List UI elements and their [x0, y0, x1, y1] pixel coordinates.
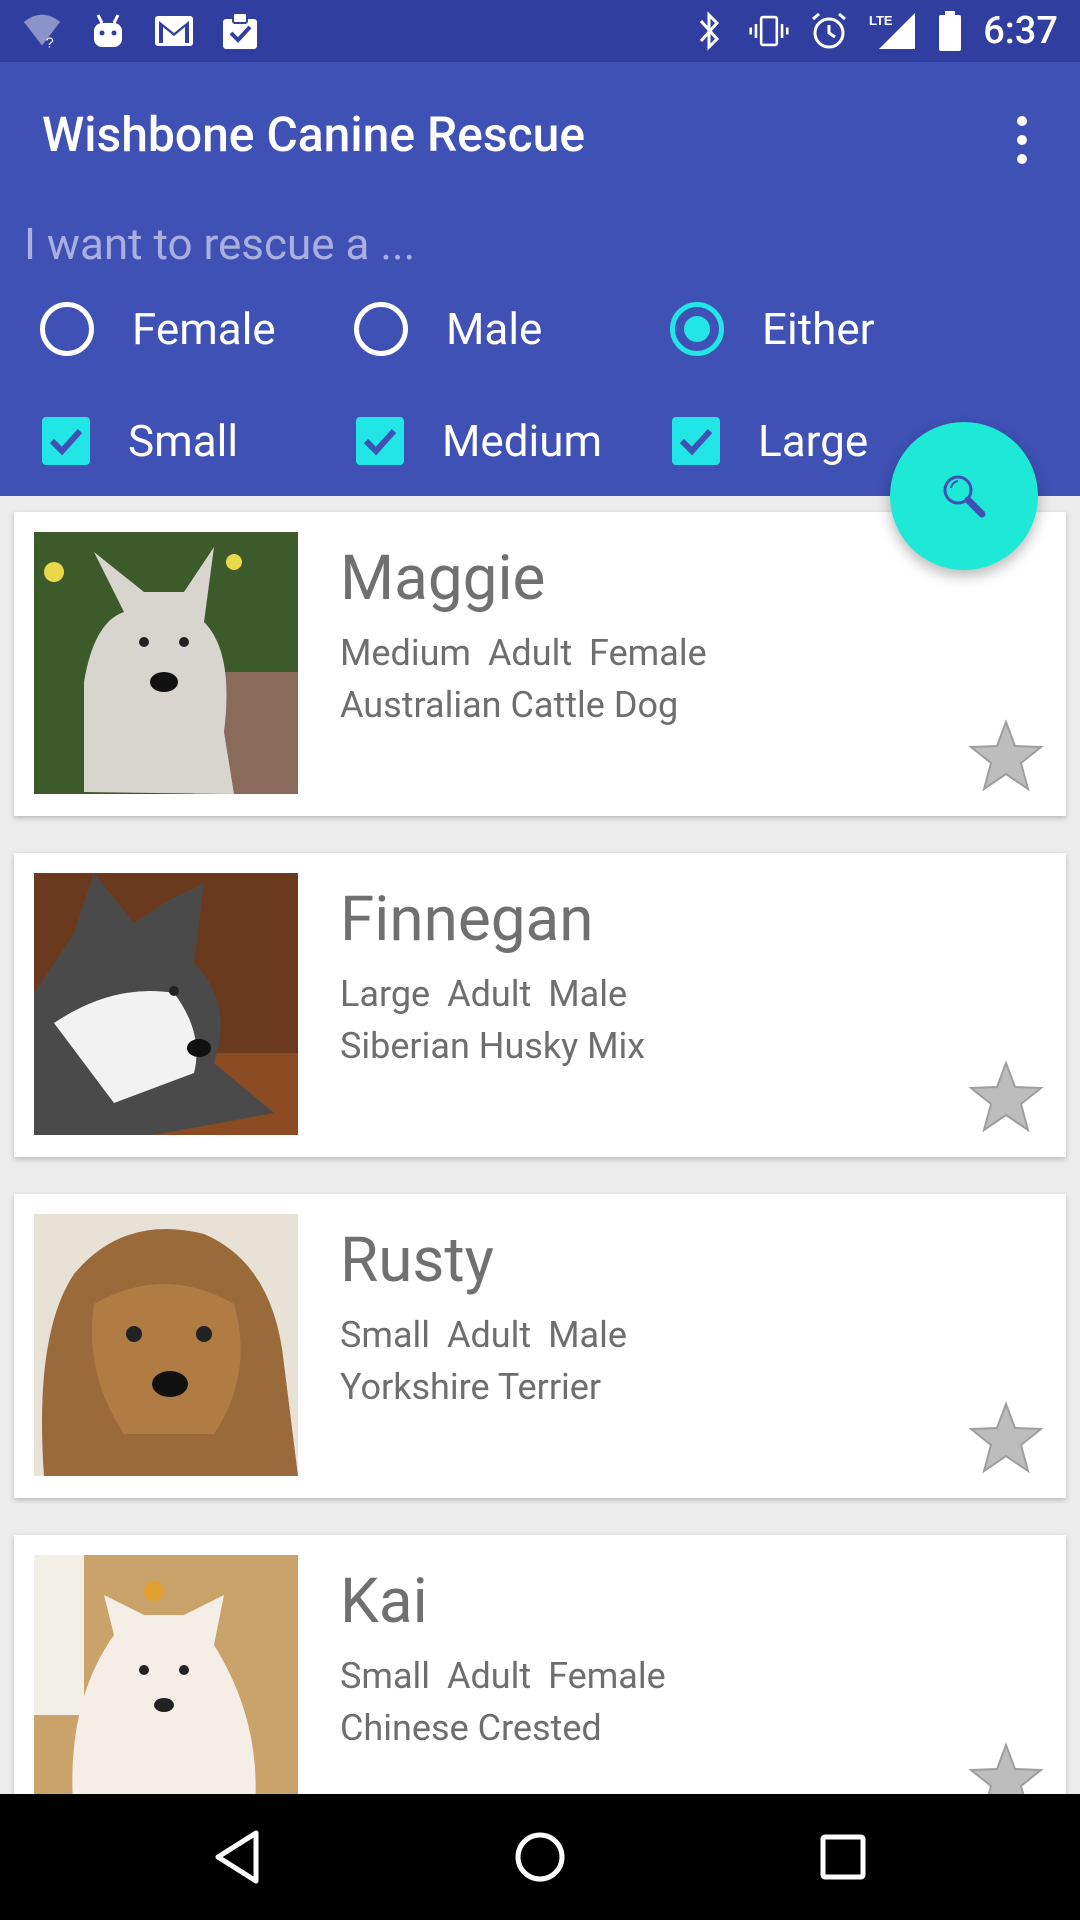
checkbox-label-small: Small	[128, 415, 239, 467]
radio-button-male[interactable]	[354, 302, 408, 356]
checkbox-small[interactable]: Small	[42, 396, 238, 486]
dog-age: Adult	[447, 973, 532, 1015]
dog-card[interactable]: Finnegan Large Adult Male Siberian Husky…	[14, 853, 1066, 1157]
dog-photo	[34, 1555, 298, 1794]
radio-female[interactable]: Female	[40, 284, 276, 374]
gmail-icon	[154, 11, 194, 51]
dog-sex: Male	[548, 973, 628, 1015]
back-button[interactable]	[202, 1822, 272, 1892]
dog-sex: Female	[589, 632, 707, 674]
dog-photo	[34, 532, 298, 794]
dog-photo	[34, 873, 298, 1135]
radio-label-either: Either	[762, 303, 875, 355]
search-fab[interactable]	[890, 422, 1038, 570]
battery-icon	[937, 11, 963, 51]
radio-male[interactable]: Male	[354, 284, 542, 374]
dog-breed: Siberian Husky Mix	[340, 1025, 646, 1067]
dog-details: Small Adult Female	[340, 1655, 666, 1697]
dog-breed: Yorkshire Terrier	[340, 1366, 602, 1408]
dog-list[interactable]: Maggie Medium Adult Female Australian Ca…	[0, 496, 1080, 1794]
recents-icon	[820, 1834, 866, 1880]
overflow-menu-button[interactable]	[1000, 110, 1044, 170]
dog-name: Finnegan	[340, 883, 594, 956]
dog-details: Small Adult Male	[340, 1314, 627, 1356]
home-icon	[515, 1832, 565, 1882]
dog-age: Adult	[487, 632, 573, 674]
dog-sex: Male	[548, 1314, 627, 1356]
search-icon	[943, 475, 986, 518]
checkbox-medium[interactable]: Medium	[356, 396, 602, 486]
dog-photo	[34, 1214, 298, 1476]
wifi-unknown-icon: ?	[22, 11, 62, 51]
dog-name: Kai	[340, 1565, 428, 1638]
checkbox-label-large: Large	[758, 415, 869, 467]
checkbox-large[interactable]: Large	[672, 396, 868, 486]
dog-size: Large	[340, 973, 431, 1015]
favorite-star-icon[interactable]	[968, 1059, 1044, 1135]
overflow-dot	[1017, 154, 1027, 164]
favorite-star-icon[interactable]	[968, 718, 1044, 794]
dog-breed: Chinese Crested	[340, 1707, 602, 1749]
dog-card[interactable]: Kai Small Adult Female Chinese Crested	[14, 1535, 1066, 1794]
overflow-dot	[1017, 135, 1027, 145]
radio-label-female: Female	[132, 303, 276, 355]
checkbox-label-medium: Medium	[442, 415, 603, 467]
dog-details: Medium Adult Female	[340, 632, 707, 674]
recents-button[interactable]	[808, 1822, 878, 1892]
status-bar: ? LTE 6:37	[0, 0, 1080, 62]
check-icon	[49, 428, 83, 456]
dog-breed: Australian Cattle Dog	[340, 684, 679, 726]
bluetooth-icon	[689, 11, 729, 51]
dog-name: Maggie	[340, 542, 546, 615]
svg-text:?: ?	[46, 35, 54, 51]
android-icon	[88, 11, 128, 51]
home-button[interactable]	[505, 1822, 575, 1892]
lte-signal-icon: LTE	[869, 11, 917, 51]
checkbox-small-box[interactable]	[42, 417, 90, 465]
radio-button-female[interactable]	[40, 302, 94, 356]
checkbox-large-box[interactable]	[672, 417, 720, 465]
clock: 6:37	[983, 9, 1058, 53]
back-icon	[215, 1830, 259, 1884]
alarm-icon	[809, 11, 849, 51]
filter-prompt: I want to rescue a ...	[24, 218, 416, 270]
radio-button-either[interactable]	[670, 302, 724, 356]
dog-age: Adult	[446, 1655, 532, 1697]
dog-card[interactable]: Rusty Small Adult Male Yorkshire Terrier	[14, 1194, 1066, 1498]
dog-sex: Female	[548, 1655, 666, 1697]
favorite-star-icon[interactable]	[968, 1400, 1044, 1476]
vibrate-icon	[749, 11, 789, 51]
dog-card[interactable]: Maggie Medium Adult Female Australian Ca…	[14, 512, 1066, 816]
check-icon	[363, 428, 397, 456]
app-bar: Wishbone Canine Rescue I want to rescue …	[0, 62, 1080, 496]
svg-text:LTE: LTE	[869, 13, 893, 28]
app-title: Wishbone Canine Rescue	[42, 106, 586, 163]
checkbox-medium-box[interactable]	[356, 417, 404, 465]
dog-size: Small	[340, 1314, 431, 1356]
radio-either[interactable]: Either	[670, 284, 875, 374]
clipboard-check-icon	[220, 11, 260, 51]
favorite-star-icon[interactable]	[968, 1741, 1044, 1794]
check-icon	[679, 428, 713, 456]
overflow-dot	[1017, 116, 1027, 126]
gender-radio-group: Female Male Either	[0, 284, 1080, 374]
dog-size: Medium	[340, 632, 471, 674]
dog-size: Small	[340, 1655, 431, 1697]
dog-details: Large Adult Male	[340, 973, 627, 1015]
navigation-bar	[0, 1794, 1080, 1920]
radio-label-male: Male	[446, 303, 543, 355]
dog-age: Adult	[446, 1314, 532, 1356]
dog-name: Rusty	[340, 1224, 495, 1297]
